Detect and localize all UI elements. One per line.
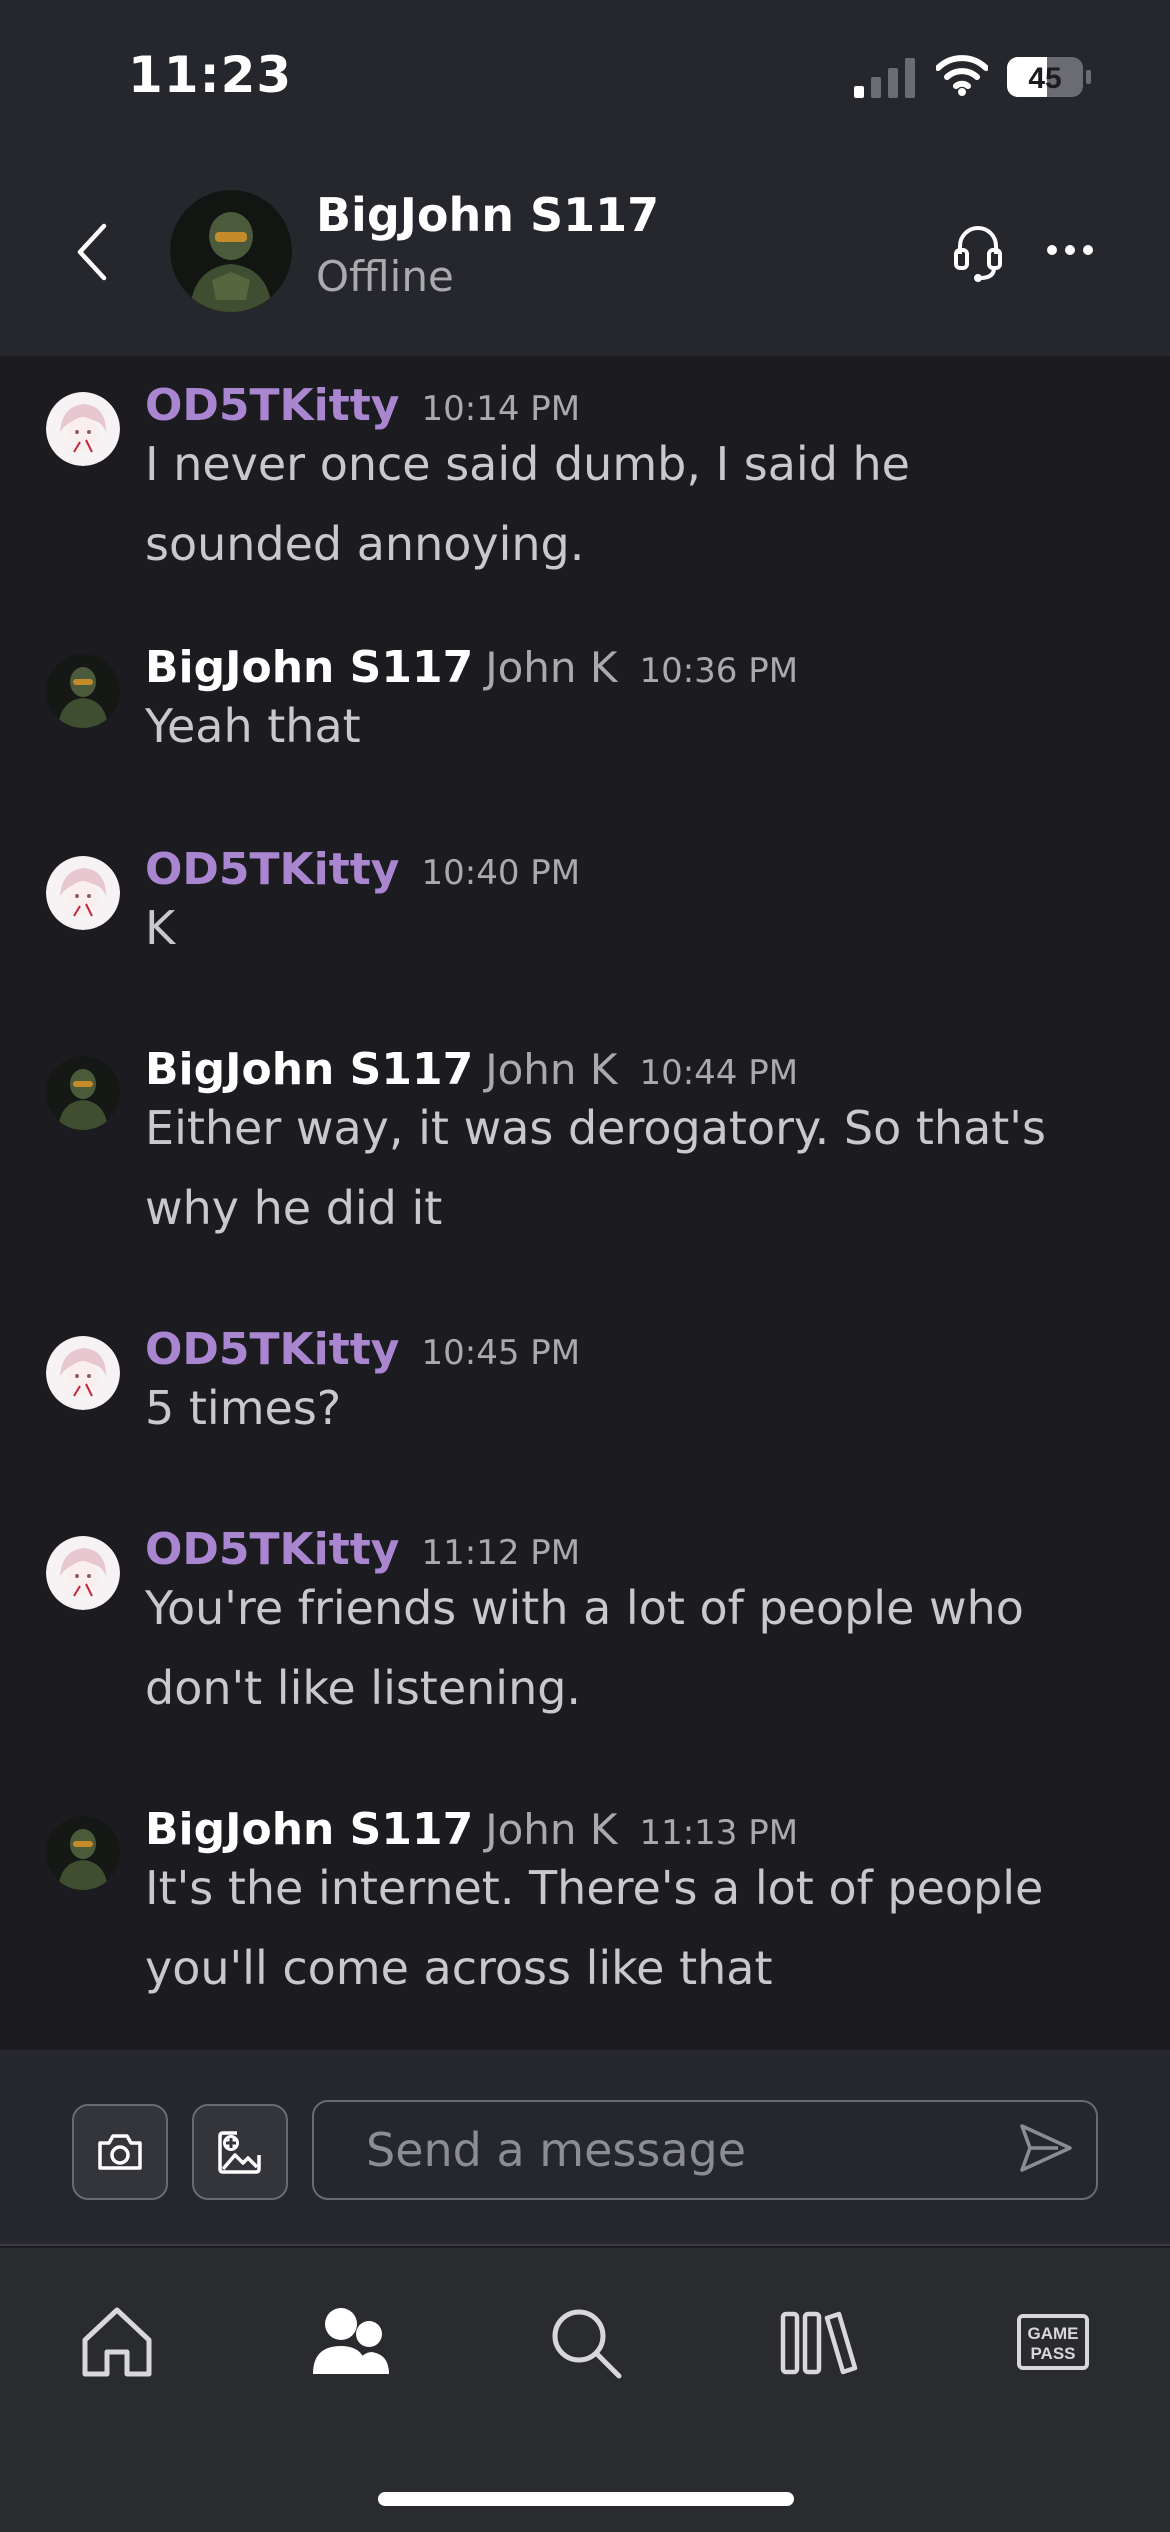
back-button[interactable] bbox=[70, 220, 118, 284]
sender-real-name: John K bbox=[485, 643, 618, 692]
sender-real-name: John K bbox=[485, 1045, 618, 1094]
home-indicator[interactable] bbox=[378, 2492, 794, 2506]
status-bar: 11:23 45 bbox=[0, 0, 1170, 150]
game-pass-icon: GAME PASS bbox=[1017, 2314, 1089, 2370]
contact-status: Offline bbox=[316, 252, 454, 301]
anime-girl-avatar[interactable] bbox=[46, 1336, 120, 1410]
anime-girl-avatar[interactable] bbox=[46, 392, 120, 466]
sender-real-name: John K bbox=[485, 1805, 618, 1854]
camera-button[interactable] bbox=[72, 2104, 168, 2200]
message-text: Either way, it was derogatory. So that's… bbox=[145, 1101, 1046, 1235]
message-time: 11:12 PM bbox=[421, 1533, 581, 1573]
anime-girl-avatar-icon bbox=[46, 1336, 120, 1410]
anime-girl-avatar-icon bbox=[46, 392, 120, 466]
nav-game-pass-button[interactable]: GAME PASS bbox=[1013, 2302, 1093, 2382]
nav-home-icon[interactable] bbox=[77, 2302, 157, 2382]
anime-girl-avatar-icon bbox=[46, 1536, 120, 1610]
master-chief-avatar-icon bbox=[46, 1816, 120, 1890]
message-list[interactable]: OD5TKitty 10:14 PM I never once said dumb… bbox=[0, 356, 1170, 2050]
master-chief-avatar-icon bbox=[170, 190, 292, 312]
headset-button[interactable] bbox=[952, 220, 1004, 284]
message-text: You're friends with a lot of people who … bbox=[145, 1581, 1024, 1715]
message-time: 11:13 PM bbox=[639, 1813, 799, 1853]
message-time: 10:14 PM bbox=[421, 389, 581, 429]
master-chief-avatar-icon bbox=[46, 1056, 120, 1130]
add-image-icon bbox=[218, 2131, 261, 2174]
message-text: 5 times? bbox=[145, 1381, 342, 1435]
nav-library-icon[interactable] bbox=[779, 2302, 859, 2382]
wifi-icon bbox=[936, 55, 988, 96]
anime-girl-avatar[interactable] bbox=[46, 1536, 120, 1610]
anime-girl-avatar[interactable] bbox=[46, 856, 120, 930]
message-time: 10:44 PM bbox=[639, 1053, 799, 1093]
master-chief-avatar[interactable] bbox=[46, 1056, 120, 1130]
message-composer bbox=[0, 2050, 1170, 2246]
cellular-signal-icon bbox=[854, 58, 915, 98]
send-button[interactable] bbox=[1018, 2120, 1074, 2176]
top-area: 11:23 45 BigJohn S117 Offline bbox=[0, 0, 1170, 356]
svg-text:PASS: PASS bbox=[1030, 2344, 1075, 2363]
master-chief-avatar[interactable] bbox=[46, 1816, 120, 1890]
message-text: It's the internet. There's a lot of peop… bbox=[145, 1861, 1044, 1995]
camera-icon bbox=[98, 2134, 142, 2170]
master-chief-avatar-icon bbox=[46, 654, 120, 728]
anime-girl-avatar-icon bbox=[46, 856, 120, 930]
message-time: 10:40 PM bbox=[421, 853, 581, 893]
nav-search-icon[interactable] bbox=[545, 2302, 625, 2382]
message-time: 10:36 PM bbox=[639, 651, 799, 691]
message-text: I never once said dumb, I said he sounde… bbox=[145, 437, 910, 571]
contact-name[interactable]: BigJohn S117 bbox=[316, 188, 659, 242]
status-time: 11:23 bbox=[128, 46, 293, 104]
nav-friends-icon[interactable] bbox=[311, 2302, 391, 2382]
more-options-button[interactable] bbox=[1046, 236, 1094, 264]
svg-text:GAME: GAME bbox=[1028, 2324, 1079, 2343]
add-image-button[interactable] bbox=[192, 2104, 288, 2200]
message-text: Yeah that bbox=[145, 699, 361, 753]
chat-header: BigJohn S117 Offline bbox=[0, 150, 1170, 356]
battery-level: 45 bbox=[1028, 62, 1061, 95]
bottom-navigation: GAME PASS bbox=[0, 2248, 1170, 2532]
xbox-chat-screen: 11:23 45 BigJohn S117 Offline OD5TKitty … bbox=[0, 0, 1170, 2532]
master-chief-avatar[interactable] bbox=[46, 654, 120, 728]
battery-icon: 45 bbox=[1007, 57, 1091, 97]
battery-indicator: 45 bbox=[1006, 56, 1092, 98]
contact-avatar[interactable] bbox=[170, 190, 292, 312]
message-input[interactable] bbox=[312, 2100, 1098, 2200]
message-text: K bbox=[145, 901, 176, 955]
message-time: 10:45 PM bbox=[421, 1333, 581, 1373]
